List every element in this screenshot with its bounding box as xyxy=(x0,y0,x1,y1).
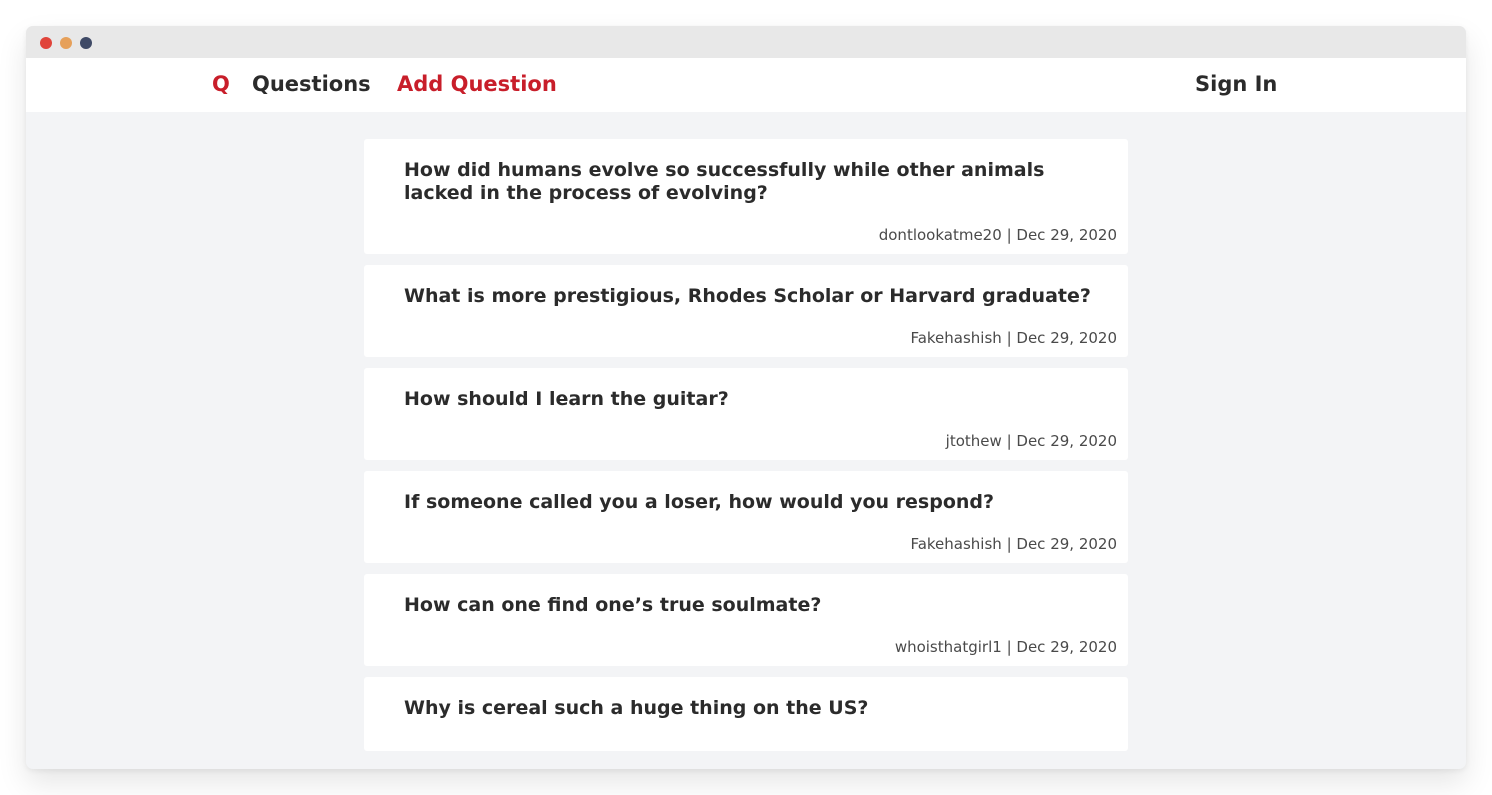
question-date: Dec 29, 2020 xyxy=(1016,535,1117,553)
question-card: How did humans evolve so successfully wh… xyxy=(364,139,1128,254)
question-meta: jtothew | Dec 29, 2020 xyxy=(404,432,1117,450)
question-author[interactable]: Fakehashish xyxy=(910,535,1001,553)
maximize-dot-icon[interactable] xyxy=(80,37,92,49)
question-date: Dec 29, 2020 xyxy=(1016,432,1117,450)
question-title[interactable]: How can one find one’s true soulmate? xyxy=(404,594,1117,617)
question-meta: whoisthatgirl1 | Dec 29, 2020 xyxy=(404,638,1117,656)
meta-separator: | xyxy=(1006,226,1012,244)
question-title[interactable]: Why is cereal such a huge thing on the U… xyxy=(404,697,1117,720)
question-card: How should I learn the guitar? jtothew |… xyxy=(364,368,1128,460)
question-card: If someone called you a loser, how would… xyxy=(364,471,1128,563)
close-dot-icon[interactable] xyxy=(40,37,52,49)
meta-separator: | xyxy=(1006,432,1012,450)
question-card: Why is cereal such a huge thing on the U… xyxy=(364,677,1128,751)
sign-in-link[interactable]: Sign In xyxy=(1195,71,1277,97)
question-title[interactable]: If someone called you a loser, how would… xyxy=(404,491,1117,514)
question-meta: Fakehashish | Dec 29, 2020 xyxy=(404,535,1117,553)
question-author[interactable]: dontlookatme20 xyxy=(879,226,1002,244)
question-meta: dontlookatme20 | Dec 29, 2020 xyxy=(404,226,1117,244)
browser-window: Q Questions Add Question Sign In How did… xyxy=(26,26,1466,769)
window-titlebar xyxy=(26,26,1466,58)
question-date: Dec 29, 2020 xyxy=(1016,638,1117,656)
nav-questions-link[interactable]: Questions xyxy=(252,71,371,97)
top-navbar: Q Questions Add Question Sign In xyxy=(26,58,1466,112)
question-date: Dec 29, 2020 xyxy=(1016,226,1117,244)
question-title[interactable]: How did humans evolve so successfully wh… xyxy=(404,159,1117,205)
question-title[interactable]: What is more prestigious, Rhodes Scholar… xyxy=(404,285,1117,308)
question-card: How can one find one’s true soulmate? wh… xyxy=(364,574,1128,666)
nav-add-question-link[interactable]: Add Question xyxy=(397,71,557,97)
logo-link[interactable]: Q xyxy=(212,71,230,97)
question-date: Dec 29, 2020 xyxy=(1016,329,1117,347)
minimize-dot-icon[interactable] xyxy=(60,37,72,49)
question-author[interactable]: whoisthatgirl1 xyxy=(895,638,1002,656)
question-author[interactable]: jtothew xyxy=(946,432,1002,450)
question-meta: Fakehashish | Dec 29, 2020 xyxy=(404,329,1117,347)
question-feed: How did humans evolve so successfully wh… xyxy=(364,139,1128,762)
meta-separator: | xyxy=(1006,638,1012,656)
question-author[interactable]: Fakehashish xyxy=(910,329,1001,347)
meta-separator: | xyxy=(1006,329,1012,347)
question-card: What is more prestigious, Rhodes Scholar… xyxy=(364,265,1128,357)
meta-separator: | xyxy=(1006,535,1012,553)
question-title[interactable]: How should I learn the guitar? xyxy=(404,388,1117,411)
